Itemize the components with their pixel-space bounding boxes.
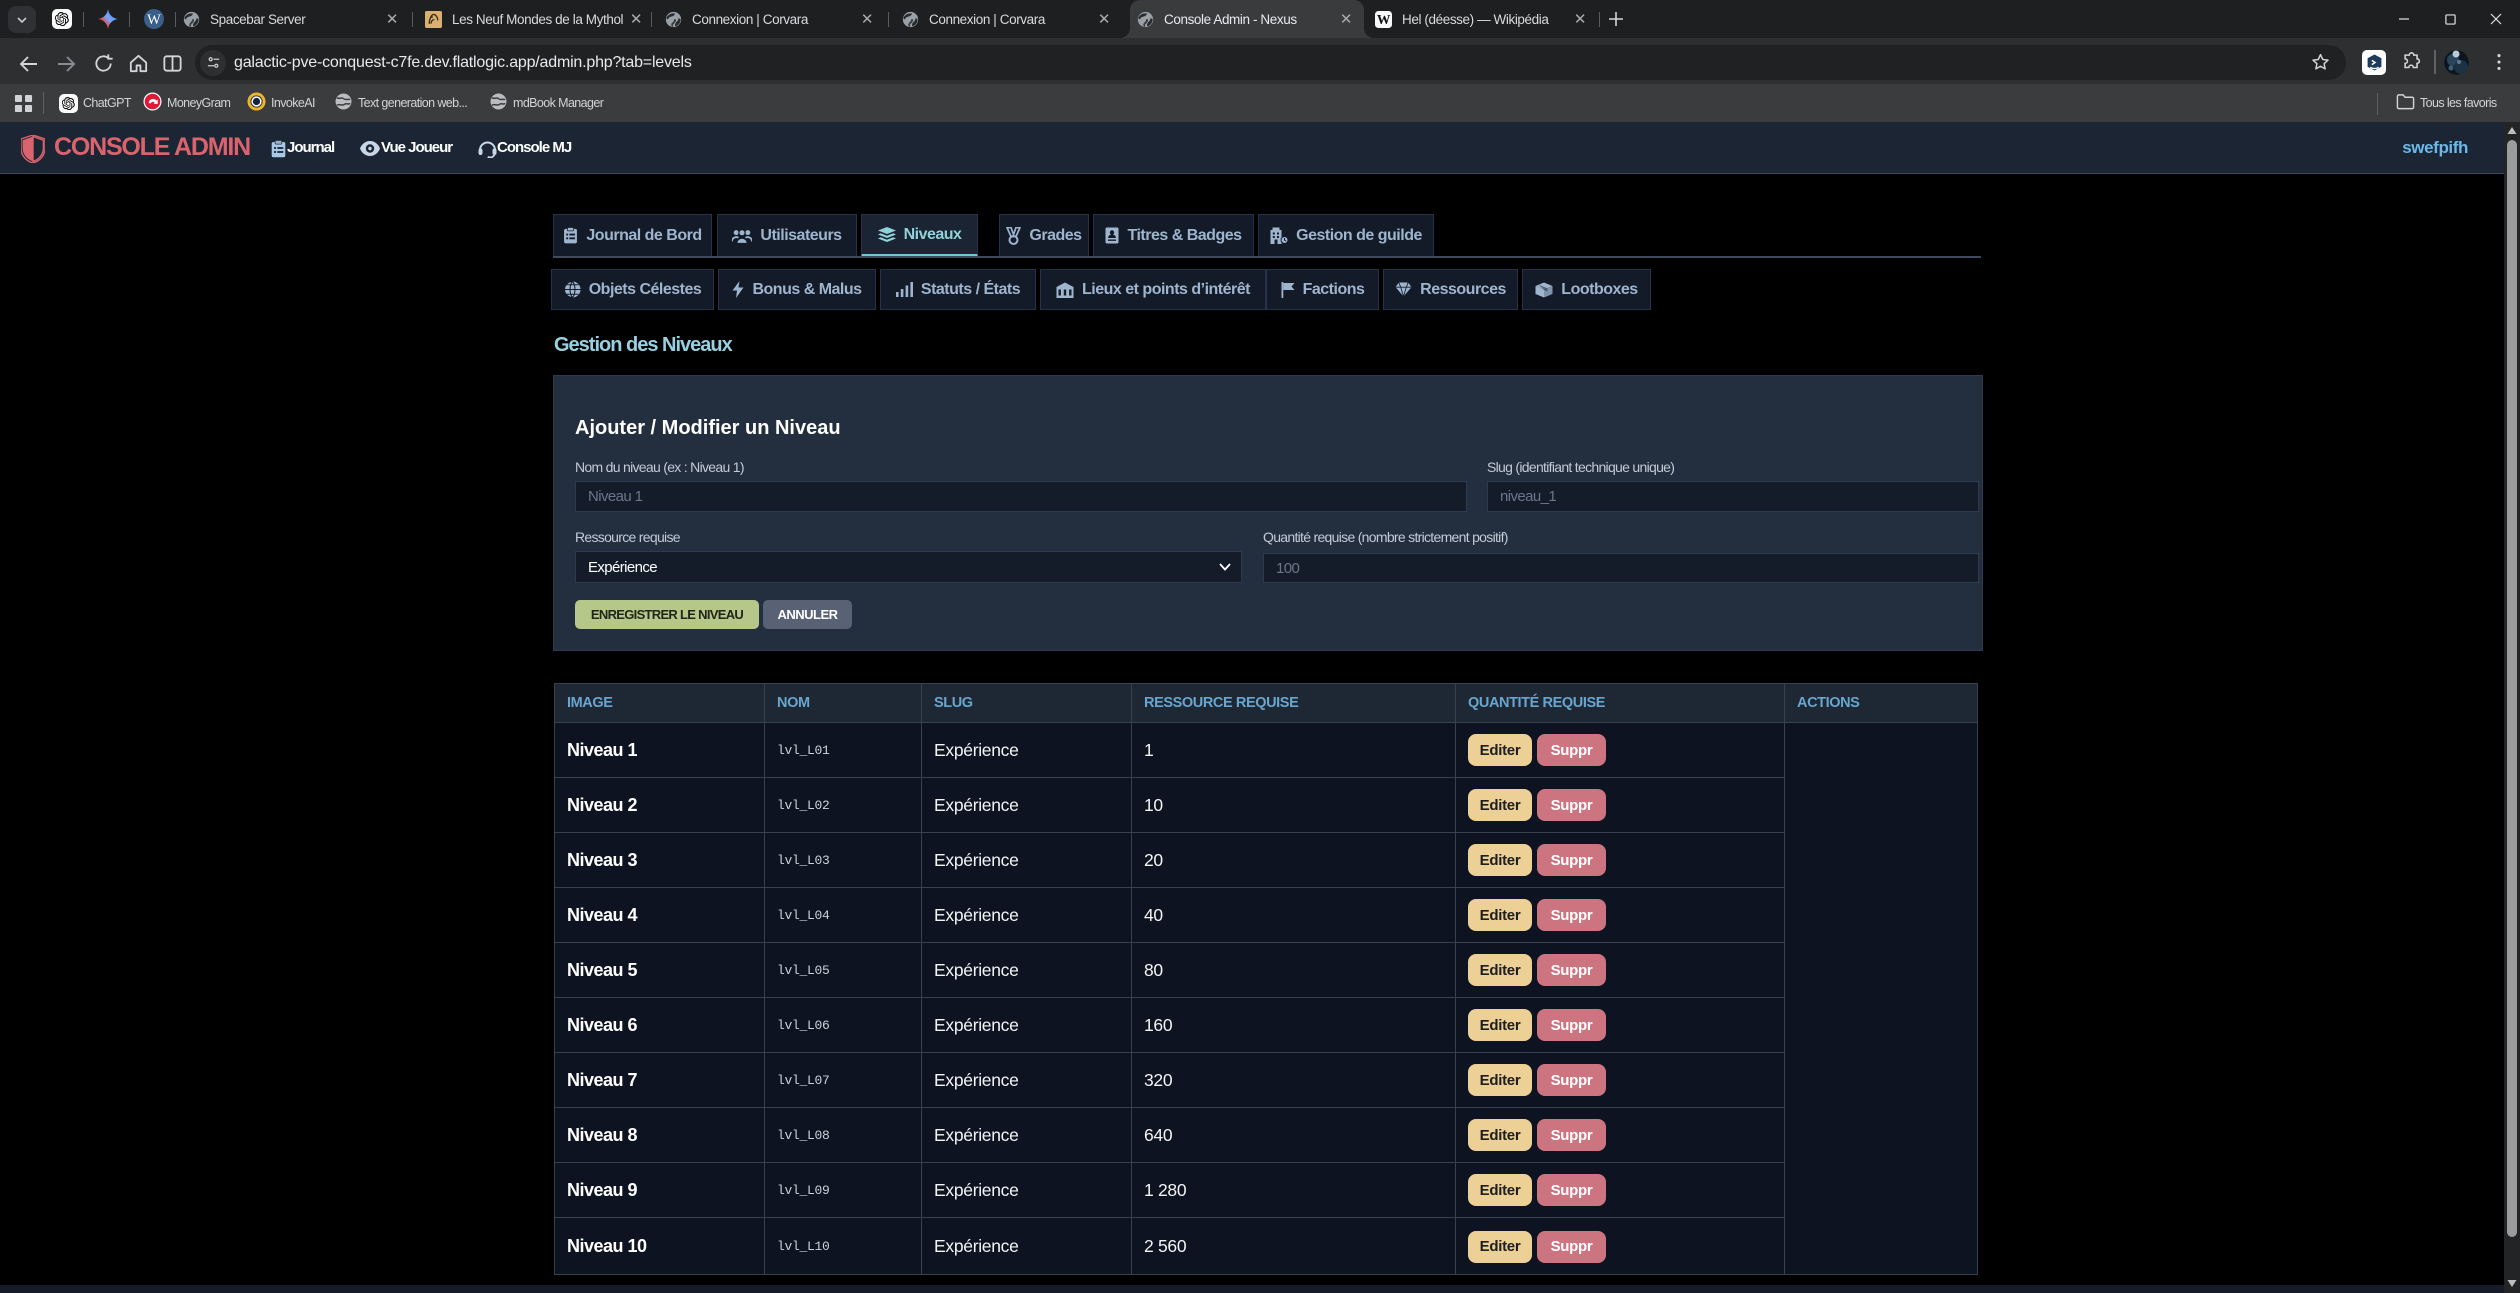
svg-text:W: W (1377, 12, 1391, 27)
svg-text:W: W (147, 12, 161, 28)
